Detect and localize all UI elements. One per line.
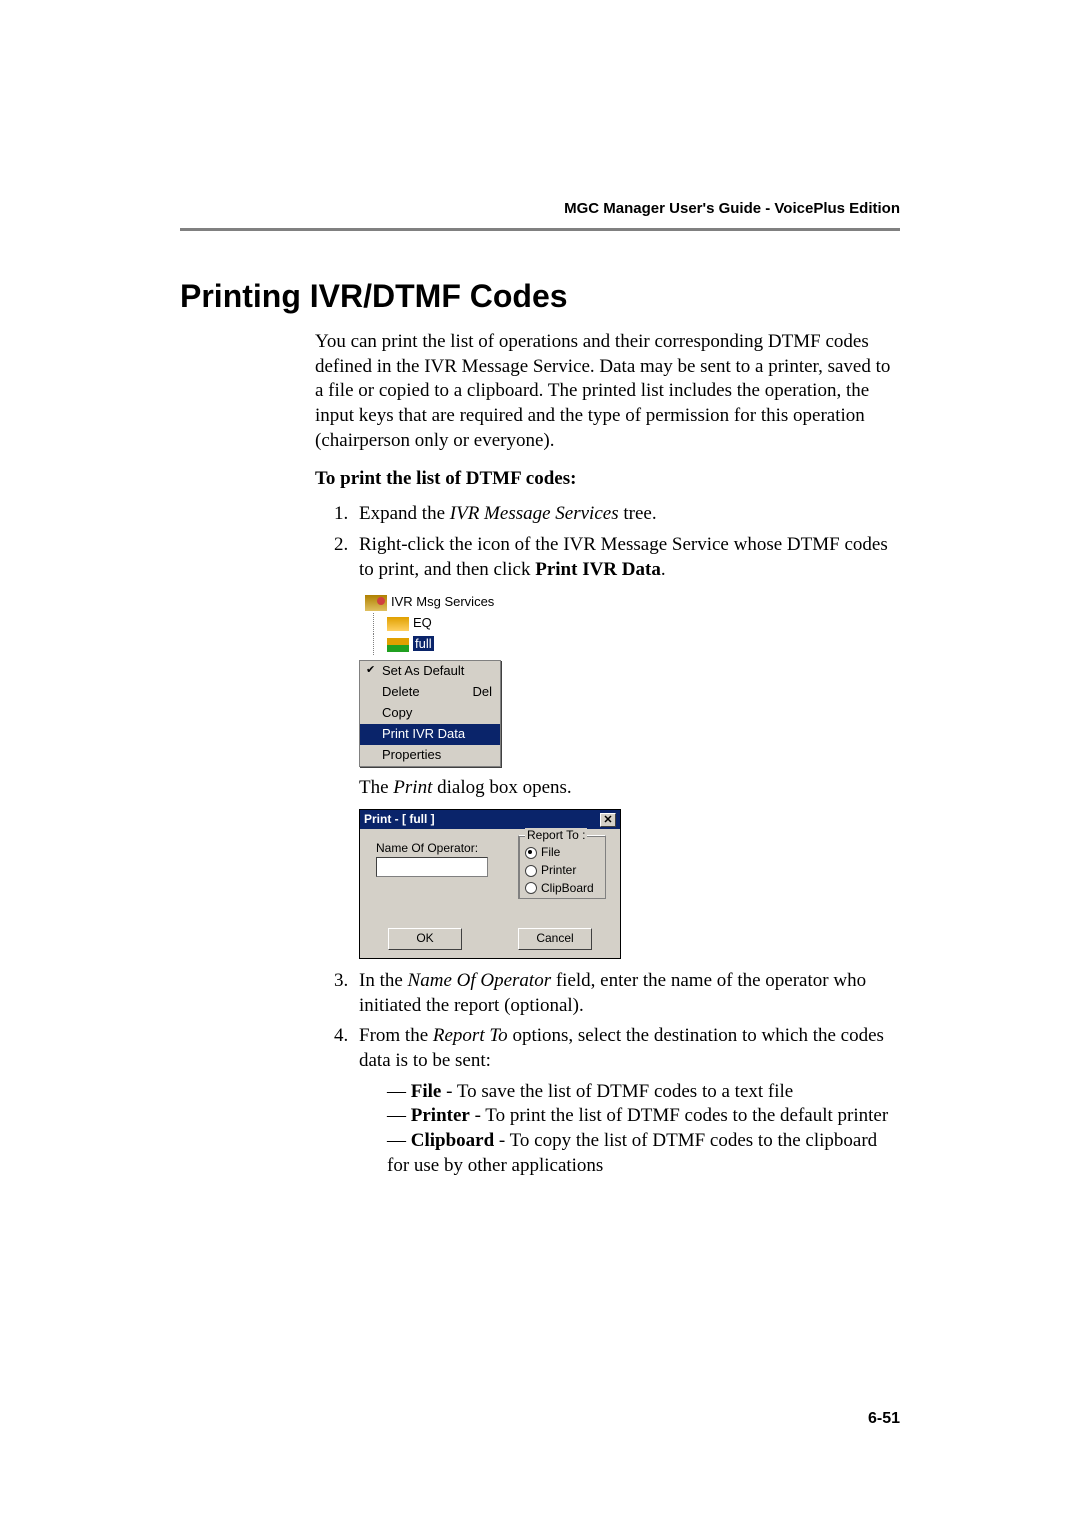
radio-clipboard[interactable]: ClipBoard (519, 880, 605, 898)
menu-delete-label: Delete (382, 684, 420, 699)
tree-item-full-label: full (413, 636, 434, 651)
intro-paragraph: You can print the list of operations and… (315, 330, 900, 453)
dialog-titlebar: Print - [ full ] ✕ (360, 810, 620, 830)
dialog-title: Print - [ full ] (364, 812, 435, 828)
dialog-body: Name Of Operator: Report To : File Print… (360, 829, 620, 931)
step-1-em: IVR Message Services (450, 503, 619, 524)
step-4-pre: From the (359, 1025, 433, 1046)
tree-root-label: IVR Msg Services (391, 594, 494, 609)
operator-input[interactable] (376, 857, 488, 877)
menu-copy[interactable]: Copy (360, 703, 500, 724)
tree-item-eq-label: EQ (413, 615, 432, 630)
after-tree-text: The Print dialog box opens. (359, 776, 900, 801)
step-4-sublist: File - To save the list of DTMF codes to… (359, 1080, 900, 1179)
step-3-em: Name Of Operator (408, 970, 552, 991)
after-tree-pre: The (359, 777, 393, 798)
page-title: Printing IVR/DTMF Codes (180, 278, 568, 315)
sublist-printer-b: Printer (411, 1105, 470, 1126)
sublist-clipboard-b: Clipboard (411, 1130, 494, 1151)
print-dialog-figure: Print - [ full ] ✕ Name Of Operator: Rep… (359, 809, 621, 959)
sublist-printer-t: - To print the list of DTMF codes to the… (470, 1105, 888, 1126)
step-2-bold: Print IVR Data (535, 559, 661, 580)
ok-button[interactable]: OK (388, 928, 462, 950)
step-3-pre: In the (359, 970, 408, 991)
radio-clipboard-label: ClipBoard (541, 881, 594, 895)
sublist-file-t: - To save the list of DTMF codes to a te… (441, 1081, 793, 1102)
menu-delete-accel: Del (472, 684, 492, 701)
ivr-item-icon (387, 638, 409, 652)
menu-delete[interactable]: Delete Del (360, 682, 500, 703)
after-tree-em: Print (393, 777, 432, 798)
sublist-file: File - To save the list of DTMF codes to… (387, 1080, 900, 1105)
menu-set-default[interactable]: Set As Default (360, 661, 500, 682)
menu-print-ivr[interactable]: Print IVR Data (360, 724, 500, 745)
close-icon[interactable]: ✕ (600, 813, 616, 827)
sublist-file-b: File (411, 1081, 442, 1102)
page-number: 6-51 (868, 1410, 900, 1428)
cancel-button[interactable]: Cancel (518, 928, 592, 950)
step-1-post: tree. (619, 503, 657, 524)
radio-printer[interactable]: Printer (519, 862, 605, 880)
step-3: In the Name Of Operator field, enter the… (353, 969, 900, 1018)
radio-icon (525, 865, 537, 877)
tree-item-full[interactable]: full (359, 634, 539, 655)
context-menu: Set As Default Delete Del Copy Print IVR… (359, 660, 501, 766)
sublist-clipboard: Clipboard - To copy the list of DTMF cod… (387, 1129, 900, 1178)
step-4: From the Report To options, select the d… (353, 1024, 900, 1178)
procedure-subheading: To print the list of DTMF codes: (315, 467, 900, 492)
report-to-legend: Report To : (525, 828, 587, 844)
step-4-em: Report To (433, 1025, 508, 1046)
menu-properties[interactable]: Properties (360, 745, 500, 766)
radio-file[interactable]: File (519, 844, 605, 862)
ivr-item-icon (387, 617, 409, 631)
dialog-buttons: OK Cancel (360, 928, 620, 950)
operator-label: Name Of Operator: (376, 841, 478, 857)
step-1: Expand the IVR Message Services tree. (353, 502, 900, 527)
sublist-printer: Printer - To print the list of DTMF code… (387, 1104, 900, 1129)
tree-root[interactable]: IVR Msg Services (359, 592, 539, 613)
running-header: MGC Manager User's Guide - VoicePlus Edi… (564, 200, 900, 217)
header-rule (180, 228, 900, 231)
radio-icon (525, 882, 537, 894)
radio-icon (525, 847, 537, 859)
step-1-pre: Expand the (359, 503, 450, 524)
after-tree-post: dialog box opens. (432, 777, 571, 798)
radio-file-label: File (541, 845, 560, 859)
steps-list: Expand the IVR Message Services tree. Ri… (315, 502, 900, 1178)
body-content: You can print the list of operations and… (315, 330, 900, 1184)
ivr-tree-figure: IVR Msg Services EQ full Set As Default … (359, 592, 539, 770)
ivr-services-icon (365, 595, 387, 611)
step-2-post: . (661, 559, 666, 580)
report-to-group: Report To : File Printer ClipBoard (518, 835, 606, 899)
radio-printer-label: Printer (541, 863, 576, 877)
tree-item-eq[interactable]: EQ (359, 613, 539, 634)
step-2: Right-click the icon of the IVR Message … (353, 533, 900, 959)
